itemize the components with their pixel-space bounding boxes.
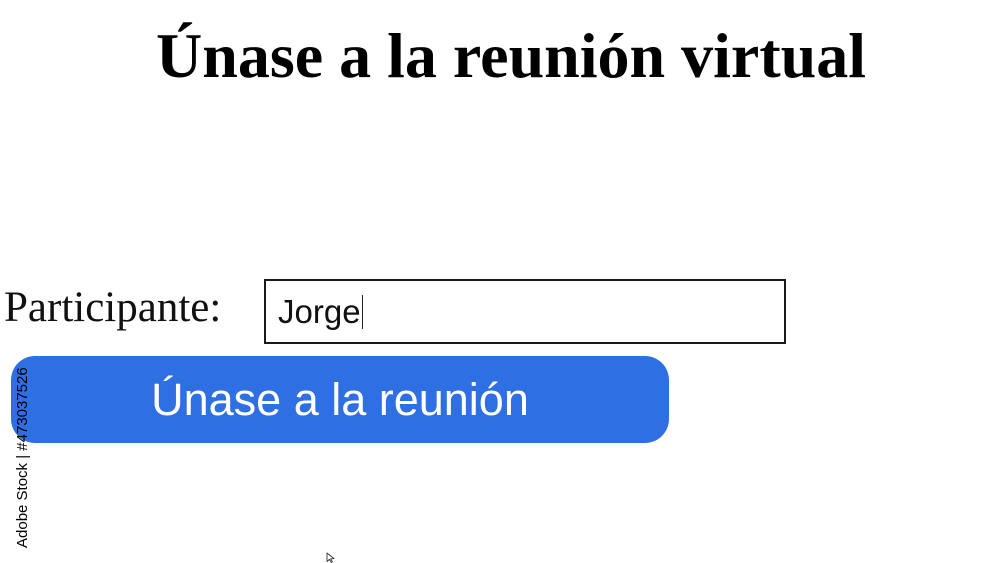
stock-credit-watermark: Adobe Stock | #473037526 — [14, 367, 31, 548]
join-meeting-button[interactable]: Únase a la reunión — [11, 356, 669, 443]
mouse-pointer-icon — [326, 552, 335, 563]
page-title: Únase a la reunión virtual — [156, 20, 866, 91]
participant-name-value: Jorge — [278, 293, 361, 330]
text-caret — [361, 294, 363, 329]
participant-label: Participante: — [4, 284, 222, 331]
participant-name-input[interactable]: Jorge — [264, 279, 786, 344]
